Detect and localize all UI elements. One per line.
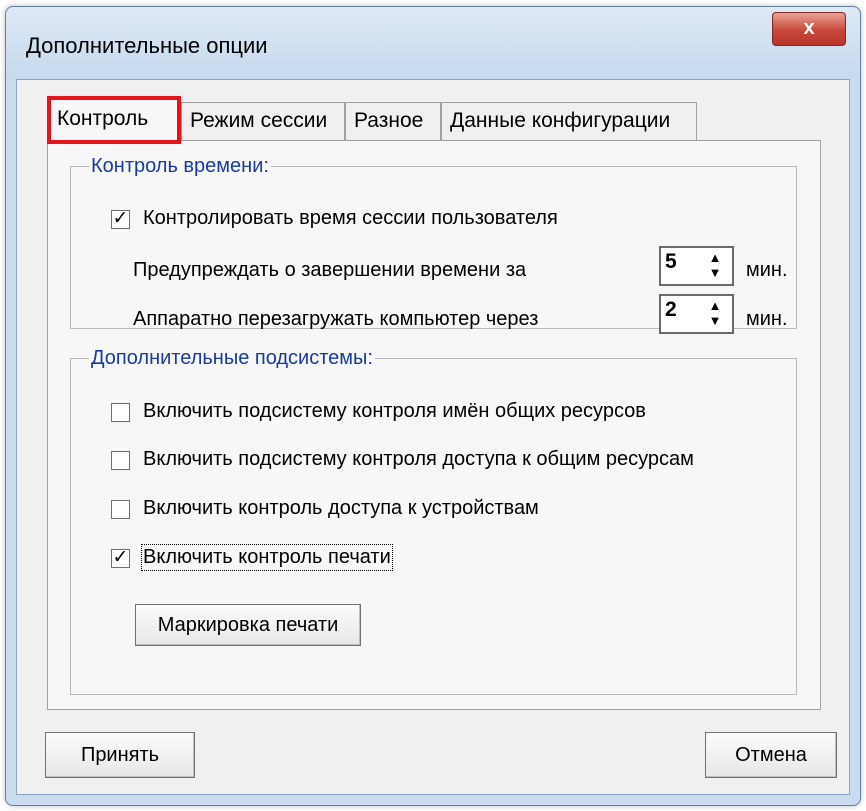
window-title: Дополнительные опции — [26, 33, 268, 58]
device-access-label: Включить контроль доступа к устройствам — [143, 497, 539, 519]
reboot-time-unit: мин. — [746, 308, 788, 330]
close-button[interactable]: x — [772, 12, 846, 46]
share-names-checkbox[interactable] — [111, 403, 130, 422]
share-access-checkbox[interactable] — [111, 451, 130, 470]
subsystems-group: Дополнительные подсистемы: Включить подс… — [70, 347, 797, 695]
reboot-label: Аппаратно перезагружать компьютер через — [133, 308, 539, 330]
tab-panel-control: Контроль времени: ✓ Контролировать время… — [47, 140, 821, 710]
spin-arrows[interactable]: ▲ ▼ — [701, 298, 729, 330]
spin-up-icon[interactable]: ▲ — [701, 298, 729, 313]
spin-down-icon[interactable]: ▼ — [701, 313, 729, 328]
monitor-session-time-label: Контролировать время сессии пользователя — [143, 207, 558, 229]
tab-label: Контроль — [57, 107, 149, 130]
print-marking-button-label: Маркировка печати — [157, 614, 339, 636]
warn-time-stepper[interactable]: 5 ▲ ▼ — [659, 246, 734, 286]
warn-time-unit: мин. — [746, 259, 788, 281]
time-control-group: Контроль времени: ✓ Контролировать время… — [70, 155, 797, 334]
warn-time-label: Предупреждать о завершении времени за — [133, 259, 527, 281]
warn-time-value: 5 — [665, 250, 677, 273]
spin-arrows[interactable]: ▲ ▼ — [701, 250, 729, 282]
print-marking-button[interactable]: Маркировка печати — [135, 604, 361, 646]
tab-misc[interactable]: Разное — [345, 102, 441, 142]
accept-button[interactable]: Принять — [45, 732, 195, 778]
dialog-client-area: Контроль Режим сессии Разное Данные конф… — [16, 79, 850, 795]
spin-up-icon[interactable]: ▲ — [701, 250, 729, 265]
tab-config-data[interactable]: Данные конфигурации — [441, 102, 697, 142]
subsystems-legend: Дополнительные подсистемы: — [91, 347, 373, 369]
spin-down-icon[interactable]: ▼ — [701, 265, 729, 280]
tab-control[interactable]: Контроль — [47, 96, 181, 144]
title-bar[interactable]: Дополнительные опции x — [6, 7, 860, 79]
reboot-time-stepper[interactable]: 2 ▲ ▼ — [659, 294, 734, 334]
share-access-label: Включить подсистему контроля доступа к о… — [143, 448, 694, 470]
print-control-checkbox[interactable]: ✓ — [111, 548, 130, 568]
cancel-button[interactable]: Отмена — [705, 732, 837, 778]
options-dialog: Дополнительные опции x Контроль Режим се… — [5, 6, 861, 806]
accept-button-label: Принять — [80, 744, 160, 766]
close-icon: x — [803, 17, 815, 39]
tab-label: Разное — [354, 109, 424, 132]
tab-session-mode[interactable]: Режим сессии — [181, 102, 345, 142]
device-access-checkbox[interactable] — [111, 500, 130, 519]
tab-label: Режим сессии — [190, 109, 328, 132]
time-control-legend: Контроль времени: — [91, 155, 269, 177]
monitor-session-time-checkbox[interactable]: ✓ — [111, 209, 130, 229]
share-names-label: Включить подсистему контроля имён общих … — [143, 400, 646, 422]
cancel-button-label: Отмена — [735, 744, 807, 766]
reboot-time-value: 2 — [665, 298, 677, 321]
print-control-label: Включить контроль печати — [141, 544, 393, 571]
tab-label: Данные конфигурации — [450, 109, 671, 132]
